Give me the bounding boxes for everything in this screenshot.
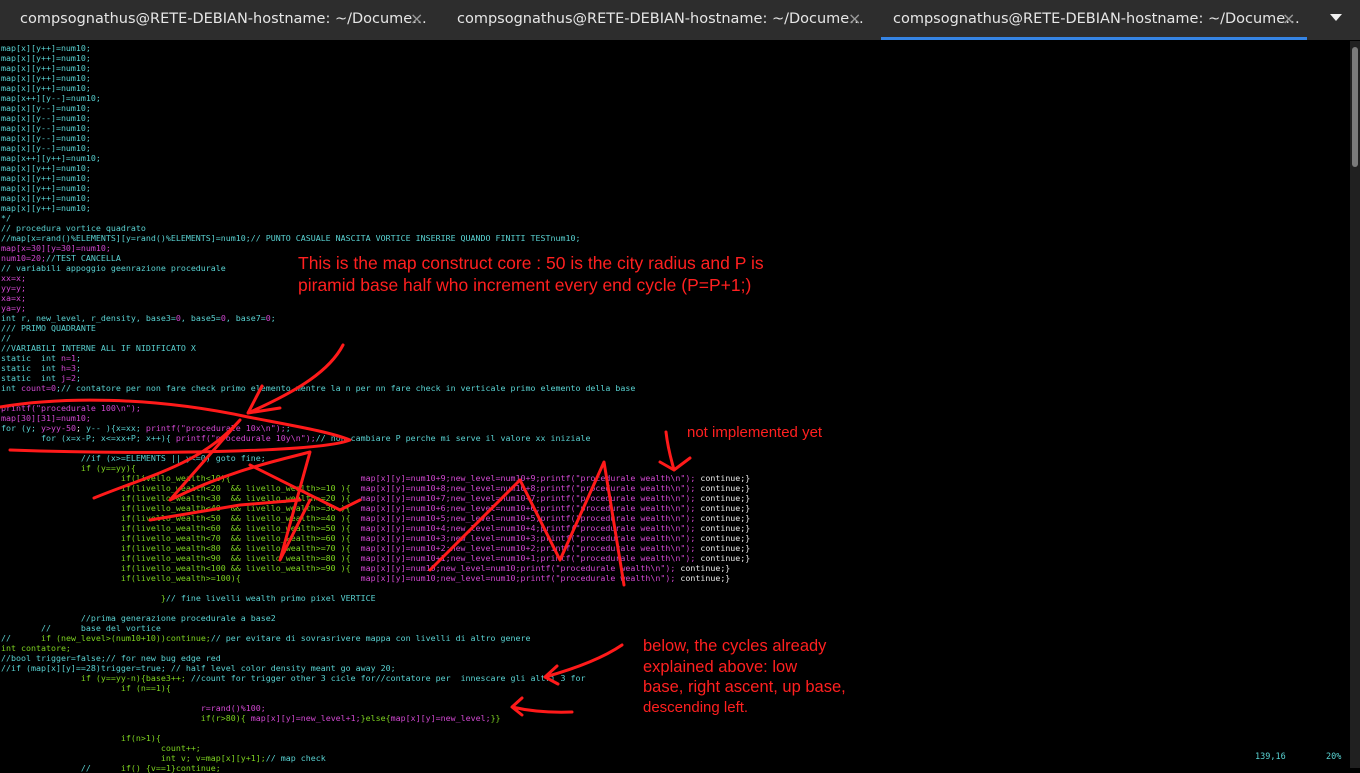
annotation-line: below, the cycles already	[643, 637, 827, 655]
annotation-line: base, right ascent, up base,	[643, 678, 846, 696]
annotation-line: descending left.	[643, 698, 749, 716]
annotation-line: This is the map construct core : 50 is t…	[298, 253, 764, 273]
annotation-not-implemented: not implemented yet	[687, 424, 823, 441]
annotation-line: explained above: low	[643, 657, 798, 676]
annotation-line: piramid base half who increment every en…	[298, 275, 752, 295]
annotation-cycles-explained: below, the cycles already explained abov…	[643, 636, 846, 718]
annotation-map-core: This is the map construct core : 50 is t…	[298, 252, 764, 296]
